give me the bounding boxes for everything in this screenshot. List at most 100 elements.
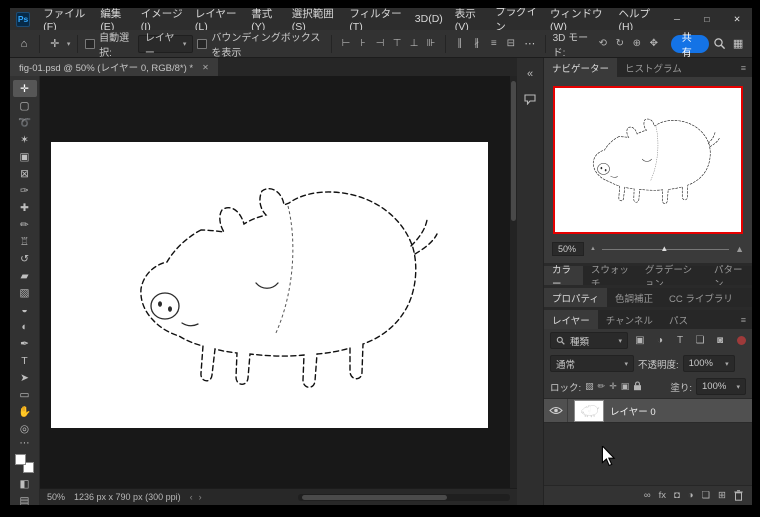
menu-file[interactable]: ファイル(F) xyxy=(37,8,94,33)
document-canvas[interactable] xyxy=(51,142,488,428)
layer-visibility-toggle[interactable] xyxy=(544,399,568,422)
vertical-scrollbar[interactable] xyxy=(510,76,517,488)
tab-histogram[interactable]: ヒストグラム xyxy=(617,58,690,77)
show-bounding-box-checkbox[interactable] xyxy=(197,38,208,49)
layer-name[interactable]: レイヤー 0 xyxy=(610,404,656,418)
navigator-preview[interactable] xyxy=(553,86,743,234)
lock-pixels-icon[interactable]: ✏ xyxy=(598,381,606,392)
layer-row[interactable]: レイヤー 0 xyxy=(544,399,752,423)
tab-cc-libraries[interactable]: CC ライブラリ xyxy=(661,288,741,307)
rectangular-marquee-tool[interactable]: ▢ xyxy=(13,97,37,114)
delete-layer-icon[interactable] xyxy=(734,490,743,501)
tab-layers[interactable]: レイヤー xyxy=(544,310,598,329)
align-right-icon[interactable]: ⊣ xyxy=(373,38,387,49)
horizontal-scrollbar[interactable] xyxy=(298,493,510,501)
dodge-tool[interactable]: ◐ xyxy=(13,318,37,335)
align-center-icon[interactable]: ⊦ xyxy=(356,38,370,49)
slider-thumb[interactable]: ▲ xyxy=(660,244,668,253)
layer-effects-icon[interactable]: fx xyxy=(659,490,666,501)
tab-patterns[interactable]: パターン xyxy=(706,265,752,290)
zoom-in-mountain-icon[interactable]: ▲ xyxy=(735,244,744,254)
type-tool[interactable]: T xyxy=(13,352,37,369)
menu-image[interactable]: イメージ(I) xyxy=(135,8,189,33)
align-bottom-icon[interactable]: ⊪ xyxy=(424,38,438,49)
menu-view[interactable]: 表示(V) xyxy=(449,8,489,33)
filter-type-layers-icon[interactable]: T xyxy=(672,335,688,346)
zoom-tool[interactable]: ◎ xyxy=(13,420,37,437)
tab-swatches[interactable]: スウォッチ xyxy=(583,265,637,290)
history-brush-tool[interactable]: ↺ xyxy=(13,250,37,267)
hand-tool[interactable]: ✋ xyxy=(13,403,37,420)
workspace-switcher-icon[interactable]: ▦ xyxy=(730,37,746,50)
link-layers-icon[interactable]: ∞ xyxy=(644,490,651,501)
frame-tool[interactable]: ⊠ xyxy=(13,165,37,182)
lasso-tool[interactable]: ➰ xyxy=(13,114,37,131)
quick-mask-icon[interactable]: ◧ xyxy=(13,475,37,492)
tab-gradients[interactable]: グラデーション xyxy=(637,265,706,290)
lock-transparency-icon[interactable]: ▨ xyxy=(585,381,594,392)
filter-smart-objects-icon[interactable]: ◙ xyxy=(712,335,728,346)
filter-pixel-layers-icon[interactable]: ▣ xyxy=(632,335,648,346)
canvas-area[interactable] xyxy=(40,76,517,488)
3d-orbit-icon[interactable]: ⟲ xyxy=(596,38,610,49)
move-tool-icon[interactable]: ✛ xyxy=(47,37,63,50)
filter-toggle[interactable] xyxy=(737,336,746,345)
tab-paths[interactable]: パス xyxy=(661,310,696,329)
path-selection-tool[interactable]: ➤ xyxy=(13,369,37,386)
new-layer-icon[interactable]: ⊞ xyxy=(718,490,726,501)
vertical-scrollbar-thumb[interactable] xyxy=(511,81,516,221)
edit-toolbar-icon[interactable]: ⋯ xyxy=(13,437,37,450)
tab-navigator[interactable]: ナビゲーター xyxy=(544,58,618,77)
crop-tool[interactable]: ▣ xyxy=(13,148,37,165)
menu-layer[interactable]: レイヤー(L) xyxy=(189,8,245,33)
distribute-horizontal-icon[interactable]: ∥ xyxy=(453,38,467,49)
lock-position-icon[interactable]: ✛ xyxy=(609,381,617,392)
distribute-edges-icon[interactable]: ⊟ xyxy=(504,38,518,49)
menu-select[interactable]: 選択範囲(S) xyxy=(286,8,344,33)
panel-menu-icon[interactable]: ≡ xyxy=(741,58,752,77)
new-group-icon[interactable]: ❏ xyxy=(702,490,711,501)
eyedropper-tool[interactable]: ✑ xyxy=(13,182,37,199)
3d-pan-icon[interactable]: ⊕ xyxy=(630,38,644,49)
blend-mode-dropdown[interactable]: 通常 ▾ xyxy=(550,355,634,372)
healing-brush-tool[interactable]: ✚ xyxy=(13,199,37,216)
move-tool[interactable]: ✛ xyxy=(12,80,37,97)
zoom-out-mountain-icon[interactable]: ▲ xyxy=(590,246,596,252)
quick-selection-tool[interactable]: ✶ xyxy=(13,131,37,148)
menu-window[interactable]: ウィンドウ(W) xyxy=(544,8,612,33)
align-top-icon[interactable]: ⊤ xyxy=(390,38,404,49)
close-tab-icon[interactable]: ✕ xyxy=(202,63,209,72)
tab-color[interactable]: カラー xyxy=(544,265,583,290)
layer-thumbnail[interactable] xyxy=(574,399,604,422)
opacity-field[interactable]: 100% ▾ xyxy=(682,355,735,372)
maximize-button[interactable]: □ xyxy=(692,8,722,30)
screen-mode-icon[interactable]: ▤ xyxy=(13,492,37,506)
menu-filter[interactable]: フィルター(T) xyxy=(343,8,408,33)
lock-all-icon[interactable] xyxy=(633,380,642,393)
new-adjustment-layer-icon[interactable]: ◑ xyxy=(688,490,694,501)
more-options-icon[interactable]: ⋯ xyxy=(522,37,538,50)
menu-type[interactable]: 書式(Y) xyxy=(245,8,285,33)
filter-adjustment-layers-icon[interactable]: ◑ xyxy=(652,335,668,346)
clone-stamp-tool[interactable]: ♖ xyxy=(13,233,37,250)
menu-plugins[interactable]: プラグイン xyxy=(489,8,544,33)
comments-icon[interactable] xyxy=(521,91,539,108)
lock-artboard-icon[interactable]: ▣ xyxy=(621,381,630,392)
3d-roll-icon[interactable]: ↻ xyxy=(613,38,627,49)
navigator-zoom-slider[interactable]: ▲ xyxy=(601,243,730,255)
blur-tool[interactable]: ◒ xyxy=(13,301,37,318)
pen-tool[interactable]: ✒ xyxy=(13,335,37,352)
status-next-icon[interactable]: › xyxy=(199,492,202,502)
status-zoom-level[interactable]: 50% xyxy=(47,492,65,502)
foreground-color-swatch[interactable] xyxy=(15,454,26,465)
add-layer-mask-icon[interactable]: ◘ xyxy=(674,490,680,501)
horizontal-scrollbar-thumb[interactable] xyxy=(302,494,447,500)
align-left-icon[interactable]: ⊢ xyxy=(339,38,353,49)
search-icon[interactable] xyxy=(713,37,726,50)
close-button[interactable]: ✕ xyxy=(722,8,752,30)
align-middle-icon[interactable]: ⊥ xyxy=(407,38,421,49)
gradient-tool[interactable]: ▧ xyxy=(13,284,37,301)
distribute-spacing-icon[interactable]: ≡ xyxy=(487,38,501,49)
panel-menu-icon[interactable]: ≡ xyxy=(741,310,752,329)
filter-shape-layers-icon[interactable]: ❏ xyxy=(692,335,708,346)
